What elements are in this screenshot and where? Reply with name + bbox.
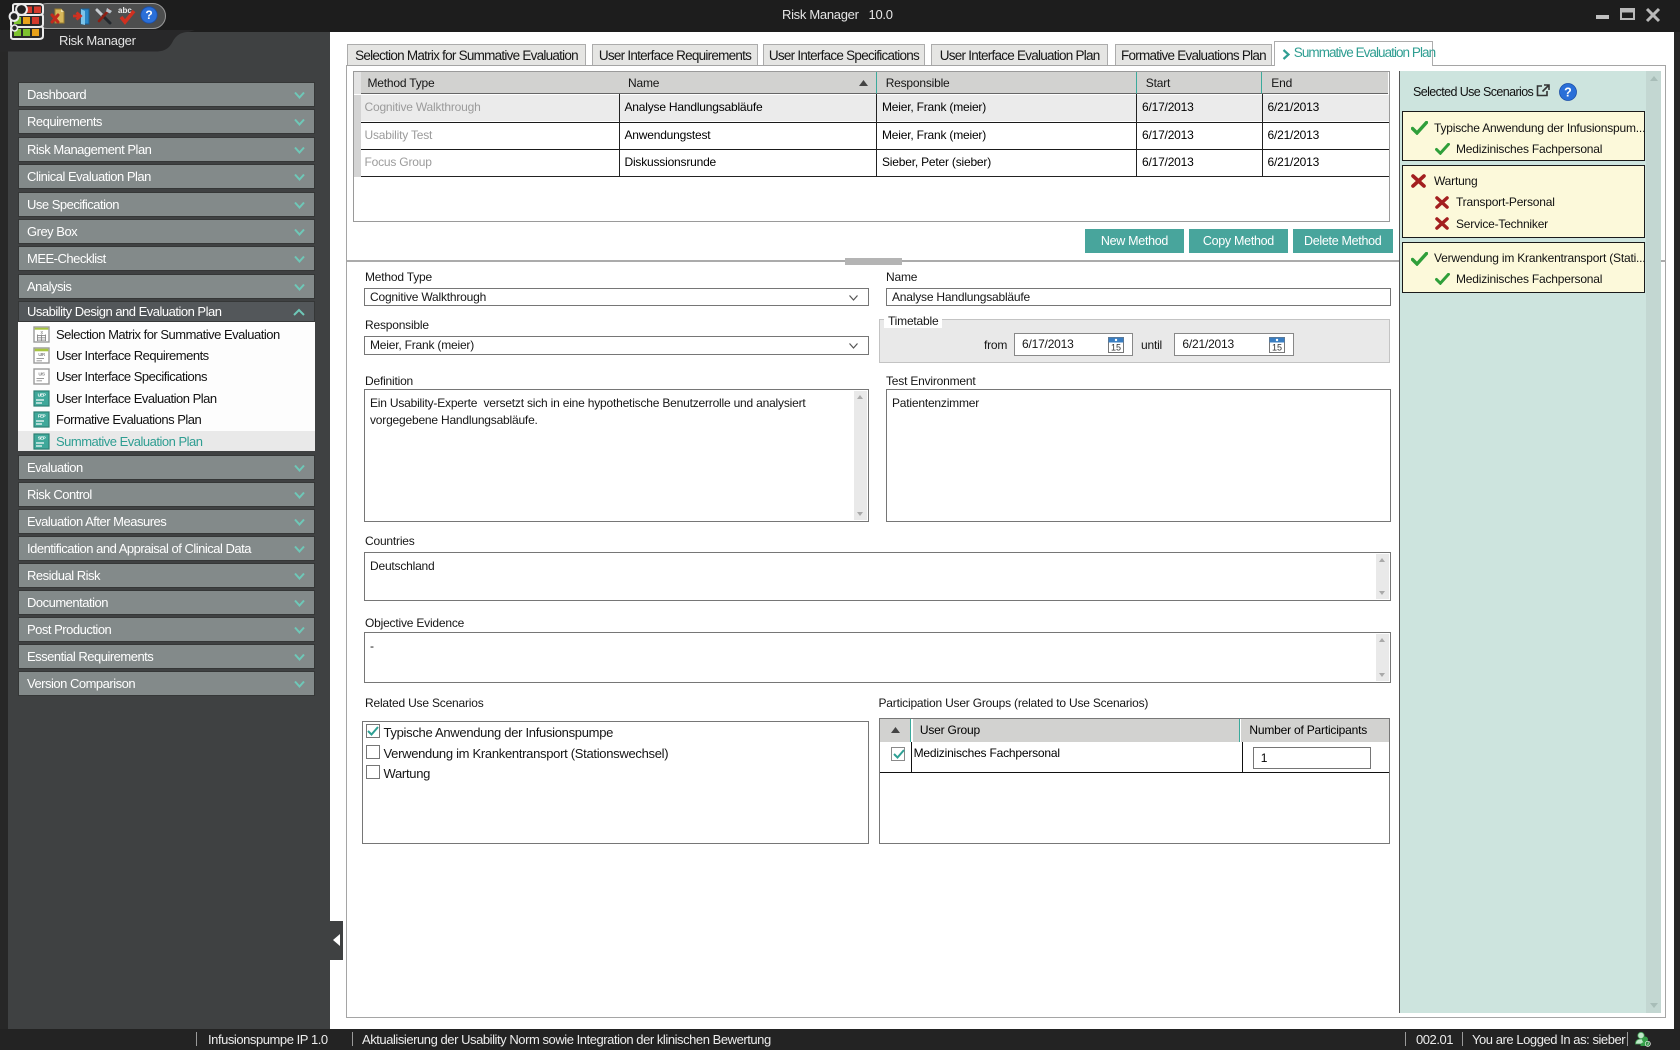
svg-text:?: ? (145, 8, 152, 22)
svg-text:SEP: SEP (38, 435, 46, 440)
svg-text:UIS: UIS (38, 372, 45, 377)
svg-text:FEP: FEP (38, 414, 46, 419)
svg-text:15: 15 (1272, 342, 1282, 352)
svg-text:UEP: UEP (38, 392, 46, 397)
svg-text:15: 15 (1111, 342, 1121, 352)
svg-text:?: ? (1564, 86, 1572, 100)
